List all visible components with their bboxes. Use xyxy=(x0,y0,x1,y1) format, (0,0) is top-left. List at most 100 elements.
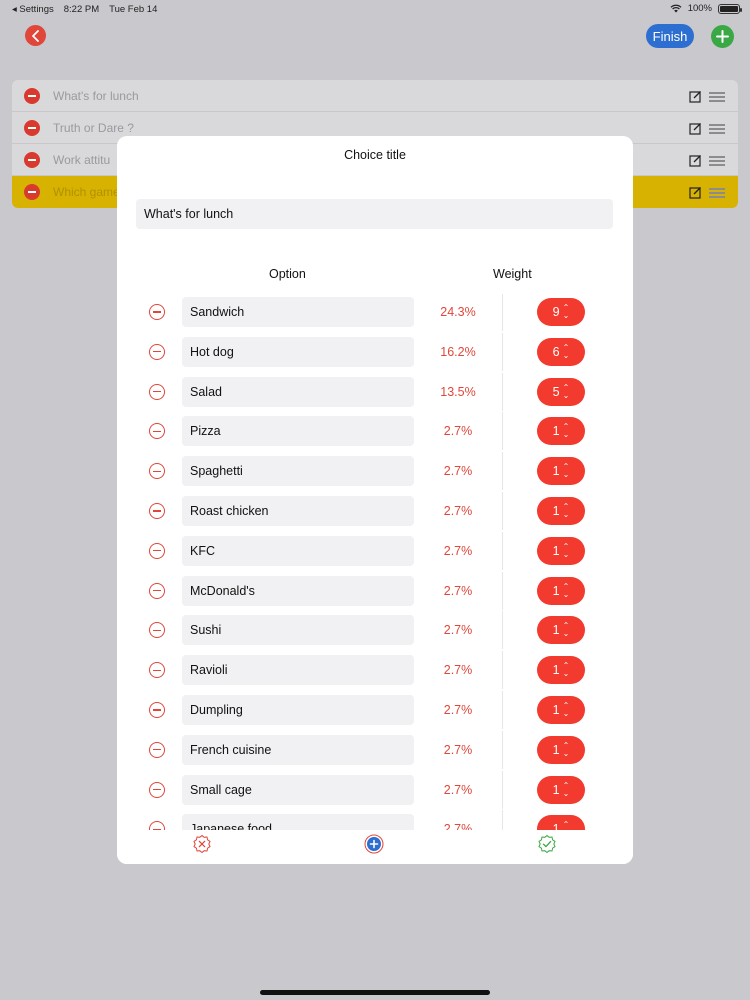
status-time: 8:22 PM xyxy=(63,4,100,15)
drag-handle-icon[interactable] xyxy=(709,188,725,200)
weight-value: 5 xyxy=(552,384,560,399)
remove-option-icon[interactable] xyxy=(149,343,165,360)
weight-value: 1 xyxy=(552,583,560,598)
delete-item-icon[interactable] xyxy=(24,87,40,104)
column-divider xyxy=(502,611,503,650)
option-row: French cuisine 2.7% 1 ⌃ ⌄ xyxy=(117,730,633,769)
edit-icon[interactable] xyxy=(689,154,702,167)
list-item[interactable]: What's for lunch xyxy=(12,80,738,112)
cancel-badge-icon[interactable] xyxy=(192,834,212,854)
weight-value: 6 xyxy=(552,344,560,359)
option-percent: 2.7% xyxy=(443,504,473,518)
drag-handle-icon[interactable] xyxy=(709,92,725,104)
weight-picker[interactable]: 1⌃⌄ xyxy=(537,656,585,685)
remove-option-icon[interactable] xyxy=(149,383,165,400)
remove-option-icon[interactable] xyxy=(149,423,165,440)
column-divider xyxy=(502,770,503,809)
up-down-chevron-icon: ⌃⌄ xyxy=(562,661,570,679)
option-name-field[interactable]: Sandwich xyxy=(182,297,414,327)
option-column-header: Option xyxy=(269,267,306,281)
remove-option-icon[interactable] xyxy=(149,503,165,519)
option-name-field[interactable]: Small cage xyxy=(182,774,414,805)
weight-picker[interactable]: 1⌃⌄ xyxy=(537,735,585,764)
option-name-field[interactable]: Sushi xyxy=(182,615,414,646)
weight-picker[interactable]: 1⌃⌄ xyxy=(537,536,585,565)
option-name-field[interactable]: Roast chicken xyxy=(182,496,414,526)
option-name-field[interactable]: Japanese food xyxy=(182,814,414,830)
weight-picker[interactable]: 5 ⌃ ⌄ xyxy=(537,377,585,406)
option-row: Sushi 2.7% 1 ⌃ ⌄ xyxy=(117,611,633,650)
option-name-field[interactable]: McDonald's xyxy=(182,575,414,606)
wifi-icon xyxy=(670,4,682,13)
status-left: ◂ Settings 8:22 PM Tue Feb 14 xyxy=(12,4,157,15)
up-down-chevron-icon: ⌃⌄ xyxy=(562,820,570,830)
column-divider xyxy=(502,412,503,451)
weight-picker[interactable]: 1⌃⌄ xyxy=(537,775,585,804)
remove-option-icon[interactable] xyxy=(149,582,165,599)
drag-handle-icon[interactable] xyxy=(709,156,725,168)
option-percent: 2.7% xyxy=(443,623,473,638)
choice-title-input[interactable]: What's for lunch xyxy=(136,199,613,229)
weight-picker[interactable]: 1⌃⌄ xyxy=(537,417,585,446)
weight-value: 1 xyxy=(552,464,560,479)
option-name-field[interactable]: French cuisine xyxy=(182,734,414,765)
column-divider xyxy=(502,730,503,769)
delete-item-icon[interactable] xyxy=(24,184,40,200)
list-item-label: What's for lunch xyxy=(53,88,139,103)
options-list[interactable]: Sandwich 24.3% 9 ⌃ ⌄ Hot dog 16.2% 6 ⌃ ⌄ Salad 13.5… xyxy=(117,294,633,830)
remove-option-icon[interactable] xyxy=(149,821,165,830)
weight-picker[interactable]: 6 ⌃ ⌄ xyxy=(537,337,585,366)
back-to-app-link[interactable]: ◂ Settings xyxy=(12,4,54,15)
delete-item-icon[interactable] xyxy=(24,119,40,136)
remove-option-icon[interactable] xyxy=(149,542,165,559)
delete-item-icon[interactable] xyxy=(24,151,40,168)
weight-picker[interactable]: 1⌃⌄ xyxy=(537,497,585,525)
weight-picker[interactable]: 1⌃⌄ xyxy=(537,576,585,605)
option-row: Spaghetti 2.7% 1 ⌃ ⌄ xyxy=(117,452,633,491)
option-row: Small cage 2.7% 1 ⌃ ⌄ xyxy=(117,770,633,809)
remove-option-icon[interactable] xyxy=(149,702,165,718)
remove-option-icon[interactable] xyxy=(149,781,165,798)
weight-picker[interactable]: 9 ⌃ ⌄ xyxy=(537,298,585,326)
drag-handle-icon[interactable] xyxy=(709,124,725,136)
remove-option-icon[interactable] xyxy=(149,304,165,320)
column-divider xyxy=(502,372,503,411)
option-row: Sandwich 24.3% 9 ⌃ ⌄ xyxy=(117,294,633,331)
option-percent: 2.7% xyxy=(443,583,473,598)
weight-picker[interactable]: 1⌃⌄ xyxy=(537,815,585,830)
remove-option-icon[interactable] xyxy=(149,622,165,639)
weight-picker[interactable]: 1⌃⌄ xyxy=(537,696,585,724)
status-bar: ◂ Settings 8:22 PM Tue Feb 14 100% xyxy=(0,0,750,18)
option-name-field[interactable]: Pizza xyxy=(182,416,414,447)
option-percent: 2.7% xyxy=(443,782,473,797)
weight-picker[interactable]: 1⌃⌄ xyxy=(537,616,585,645)
option-name-field[interactable]: Dumpling xyxy=(182,695,414,725)
weight-value: 1 xyxy=(552,663,560,678)
weight-value: 1 xyxy=(552,543,560,558)
up-down-chevron-icon: ⌃⌄ xyxy=(562,462,570,480)
status-date: Tue Feb 14 xyxy=(109,4,158,15)
option-row: Dumpling 2.7% 1 ⌃ ⌄ xyxy=(117,691,633,729)
edit-icon[interactable] xyxy=(689,90,702,103)
option-name-field[interactable]: Ravioli xyxy=(182,655,414,686)
remove-option-icon[interactable] xyxy=(149,741,165,758)
option-name-field[interactable]: Salad xyxy=(182,376,414,407)
option-percent: 2.7% xyxy=(443,703,473,717)
option-row: McDonald's 2.7% 1 ⌃ ⌄ xyxy=(117,571,633,610)
option-name-field[interactable]: KFC xyxy=(182,535,414,566)
weight-picker[interactable]: 1⌃⌄ xyxy=(537,457,585,486)
option-name-field[interactable]: Hot dog xyxy=(182,336,414,367)
remove-option-icon[interactable] xyxy=(149,662,165,679)
add-option-icon[interactable] xyxy=(364,834,384,854)
option-name-field[interactable]: Spaghetti xyxy=(182,456,414,487)
option-row: Pizza 2.7% 1 ⌃ ⌄ xyxy=(117,412,633,451)
confirm-badge-icon[interactable] xyxy=(537,834,557,854)
finish-button[interactable]: Finish xyxy=(646,24,694,48)
home-indicator[interactable] xyxy=(260,990,490,995)
edit-icon[interactable] xyxy=(689,186,702,199)
add-button[interactable] xyxy=(711,25,734,48)
weight-value: 1 xyxy=(552,822,560,830)
remove-option-icon[interactable] xyxy=(149,463,165,480)
edit-icon[interactable] xyxy=(689,122,702,135)
back-button[interactable] xyxy=(25,25,46,46)
